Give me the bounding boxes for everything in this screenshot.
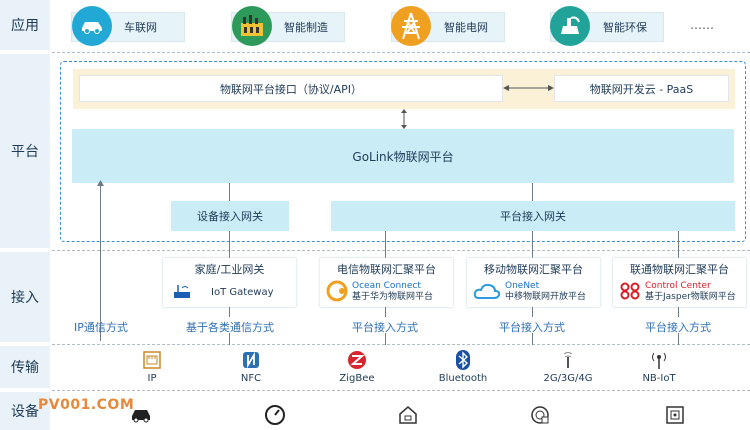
ethernet-port-icon: [142, 350, 162, 370]
more-ellipsis: ……: [690, 18, 714, 32]
access-method-ip: IP通信方式: [74, 321, 128, 334]
gateway-subtitle-2: 基于华为物联网平台: [352, 292, 434, 302]
nfc-icon: [241, 350, 261, 370]
connector-line: [385, 333, 386, 345]
zigbee-icon: [347, 350, 367, 370]
connector-arrow: [401, 109, 407, 129]
connector-line: [532, 183, 533, 201]
smart-home-icon: [397, 404, 419, 426]
transport-label: NB-IoT: [642, 373, 676, 384]
connector-line: [532, 307, 533, 317]
watermark: PV001.COM: [38, 397, 135, 413]
connector-line: [532, 231, 533, 258]
app-label: 智能环保: [603, 21, 647, 34]
connector-line: [678, 333, 679, 345]
gateway-card-telecom: 电信物联网汇聚平台 Ocean Connect 基于华为物联网平台: [320, 258, 453, 307]
gateway-card-unicom: 联通物联网汇聚平台 Control Center 基于Jasper物联网平台: [613, 258, 746, 307]
gateway-title: 电信物联网汇聚平台: [337, 263, 436, 276]
layer-label-access: 接入: [0, 252, 50, 342]
connector-line: [678, 231, 679, 258]
double-arrow: [503, 85, 554, 91]
separator-line: [52, 250, 750, 251]
transport-label: IP: [147, 373, 157, 384]
connector-line: [100, 183, 101, 341]
gauge-icon: [264, 404, 286, 426]
arrow-head: [97, 180, 104, 186]
connector-line: [229, 183, 230, 201]
api-box: 物联网平台接口（协议/API）: [79, 75, 503, 102]
app-label: 智能制造: [284, 21, 328, 34]
unicom-logo: [619, 281, 641, 305]
app-label: 智能电网: [444, 21, 488, 34]
antenna-icon: [649, 350, 669, 370]
gateway-title: 家庭/工业网关: [194, 263, 265, 276]
gateway-title: 移动物联网汇聚平台: [484, 263, 583, 276]
paas-box: 物联网开发云 - PaaS: [554, 75, 729, 102]
gateway-title: 联通物联网汇聚平台: [630, 263, 729, 276]
layer-label-app: 应用: [0, 0, 50, 50]
golink-platform: GoLink物联网平台: [72, 129, 734, 183]
gateway-subtitle-2: 中移物联网开放平台: [505, 292, 587, 302]
car-icon: [72, 6, 112, 46]
connector-line: [385, 231, 386, 258]
gateway-subtitle: IoT Gateway: [211, 287, 274, 298]
gateway-card-mobile: 移动物联网汇聚平台 OneNet 中移物联网开放平台: [467, 258, 600, 307]
transport-label: NFC: [240, 373, 262, 384]
gateway-subtitle: Control Center: [645, 281, 711, 291]
cellular-icon: [558, 350, 578, 370]
connector-line: [532, 333, 533, 345]
device-gateway: 设备接入网关: [171, 201, 289, 231]
eco-icon: [550, 6, 590, 46]
transport-nfc: NFC: [221, 350, 281, 384]
factory-icon: [232, 6, 272, 46]
transport-zigbee: ZigBee: [327, 350, 387, 384]
connector-line: [229, 307, 230, 317]
cloud-icon: [473, 282, 501, 304]
layer-label-transport: 传输: [0, 346, 50, 388]
bluetooth-icon: [453, 350, 473, 370]
layer-label-platform: 平台: [0, 54, 50, 248]
separator-line: [52, 390, 750, 391]
gateway-card-home-industrial: 家庭/工业网关 IoT Gateway: [163, 258, 296, 307]
connector-line: [229, 333, 230, 345]
sensor-icon: [529, 404, 551, 426]
connector-line: [678, 307, 679, 317]
transport-bluetooth: Bluetooth: [433, 350, 493, 384]
transport-label: ZigBee: [339, 373, 375, 384]
transport-ip: IP: [122, 350, 182, 384]
platform-gateway: 平台接入网关: [331, 201, 735, 231]
connector-line: [385, 307, 386, 317]
gateway-subtitle-2: 基于Jasper物联网平台: [645, 292, 736, 302]
transport-nb-iot: NB-IoT: [629, 350, 689, 384]
terminal-icon: [664, 404, 686, 426]
app-label: 车联网: [124, 21, 157, 34]
router-icon: [173, 283, 191, 299]
separator-line: [52, 52, 750, 53]
transport-cellular: 2G/3G/4G: [538, 350, 598, 384]
gateway-subtitle: OneNet: [505, 281, 540, 291]
ocean-connect-logo: [326, 280, 350, 306]
transport-label: Bluetooth: [438, 373, 488, 384]
gateway-subtitle: Ocean Connect: [352, 281, 421, 291]
power-tower-icon: [391, 6, 431, 46]
access-method-comm: 基于各类通信方式: [186, 321, 274, 334]
transport-label: 2G/3G/4G: [543, 373, 593, 384]
separator-line: [52, 344, 750, 345]
connector-line: [229, 231, 230, 258]
